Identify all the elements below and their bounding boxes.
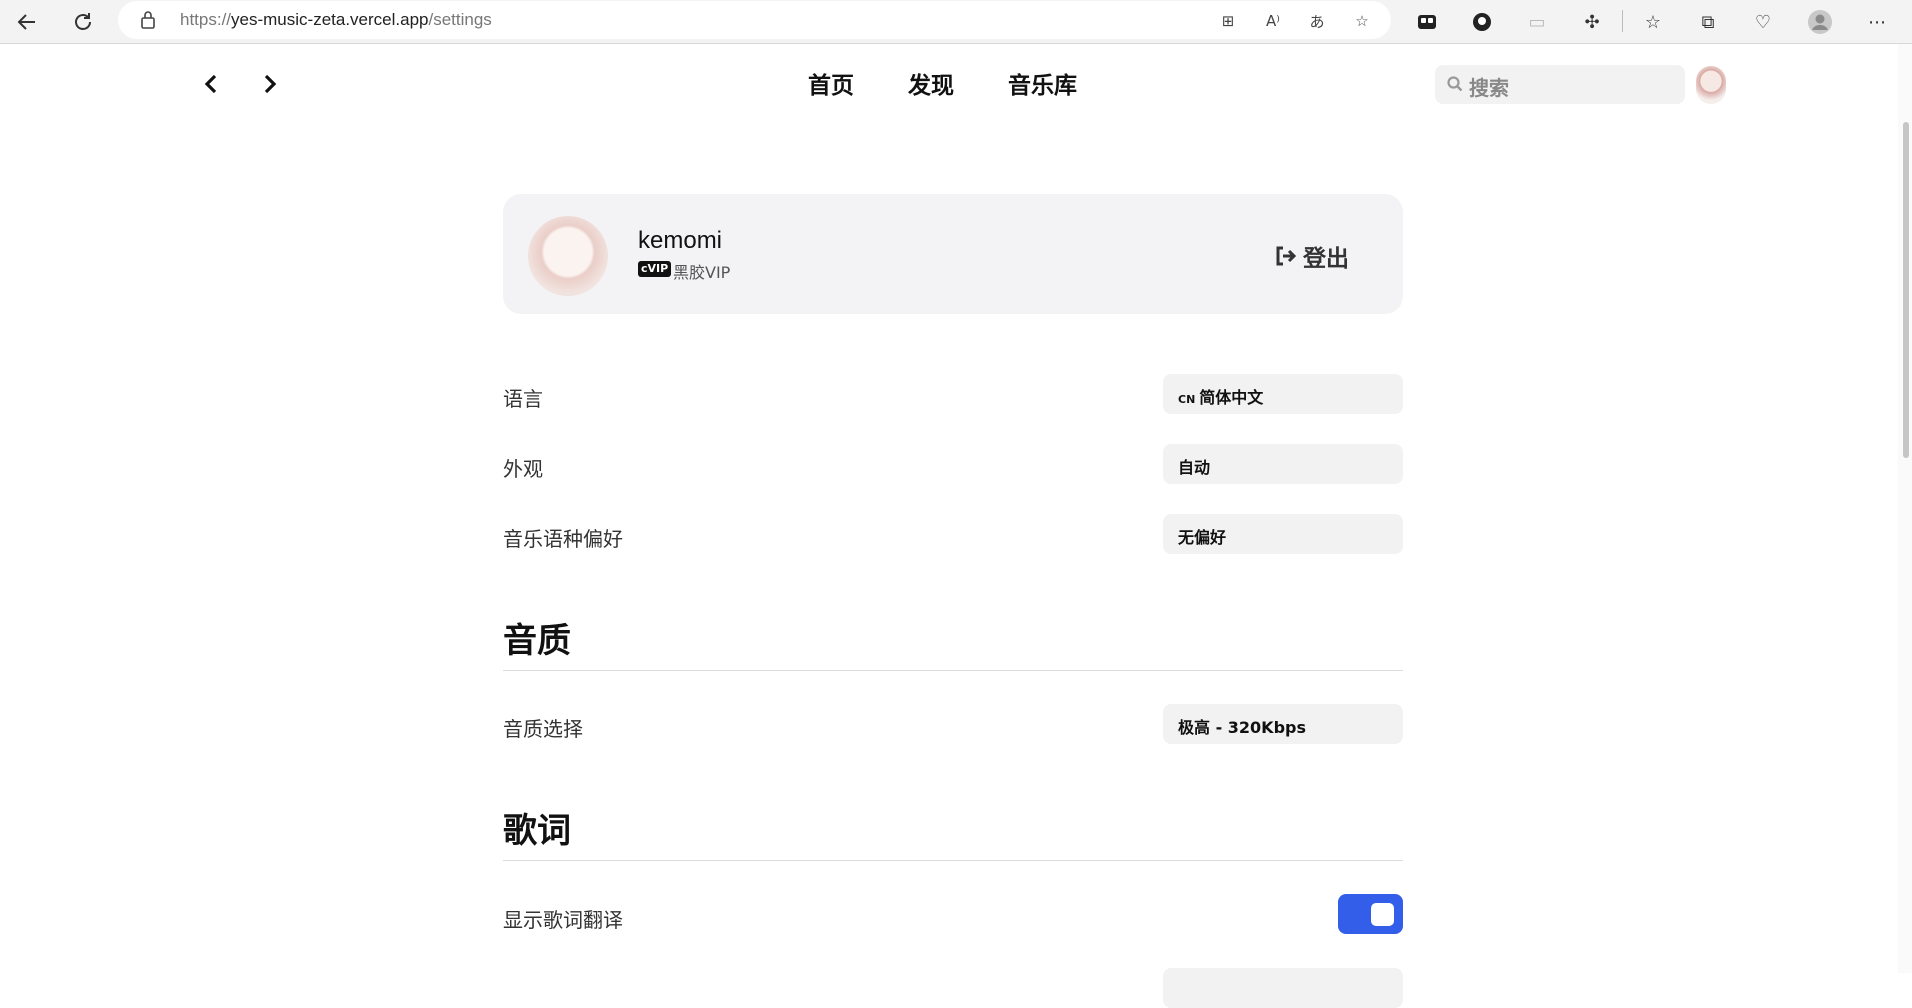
quality-divider xyxy=(503,670,1403,671)
lyrics-translation-label: 显示歌词翻译 xyxy=(503,908,623,932)
lyrics-translation-toggle[interactable] xyxy=(1338,894,1403,934)
more-menu-icon[interactable]: ⋯ xyxy=(1862,7,1892,37)
search-icon xyxy=(1447,76,1463,92)
sign-out-icon xyxy=(1276,246,1297,266)
back-button[interactable] xyxy=(9,4,45,40)
music-language-select-value: 无偏好 xyxy=(1178,528,1227,547)
address-bar[interactable]: https://yes-music-zeta.vercel.app/settin… xyxy=(118,1,1391,39)
github-icon[interactable] xyxy=(1467,7,1497,37)
arrow-left-icon xyxy=(17,14,35,30)
vip-name: 黑胶VIP xyxy=(673,263,731,282)
read-aloud-icon[interactable]: A⁾ xyxy=(1261,9,1285,33)
language-select-value: CN 简体中文 xyxy=(1178,388,1264,407)
translate-icon[interactable]: あ xyxy=(1305,9,1329,33)
toggle-knob xyxy=(1371,903,1394,926)
app-available-icon[interactable]: ⊞ xyxy=(1216,9,1240,33)
extension-icon[interactable] xyxy=(1412,7,1442,37)
extensions-puzzle-icon[interactable]: ✣ xyxy=(1577,7,1607,37)
next-setting-select[interactable] xyxy=(1163,968,1403,1008)
favorites-icon[interactable]: ☆ xyxy=(1638,7,1668,37)
quality-select-label: 音质选择 xyxy=(503,717,583,741)
lock-icon xyxy=(141,11,155,29)
nav-back-button[interactable] xyxy=(196,67,226,101)
refresh-button[interactable] xyxy=(65,4,101,40)
appearance-select[interactable]: 自动 xyxy=(1163,444,1403,484)
avatar[interactable] xyxy=(1696,66,1726,104)
disabled-extension-icon[interactable]: ▭ xyxy=(1522,7,1552,37)
nav-link-library[interactable]: 音乐库 xyxy=(1008,66,1077,100)
scrollbar-thumb[interactable] xyxy=(1903,122,1909,458)
nav-link-home[interactable]: 首页 xyxy=(808,66,854,100)
refresh-icon xyxy=(75,13,91,30)
nav-forward-button[interactable] xyxy=(255,67,285,101)
vip-badge-icon: cVIP xyxy=(638,261,672,277)
lyrics-divider xyxy=(503,860,1403,861)
tab-extension-icon xyxy=(1418,15,1436,29)
main-nav: 首页 发现 音乐库 xyxy=(808,66,1077,100)
language-select[interactable]: CN 简体中文 xyxy=(1163,374,1403,414)
music-language-select[interactable]: 无偏好 xyxy=(1163,514,1403,554)
add-favorite-icon[interactable]: ☆ xyxy=(1350,9,1374,33)
search-placeholder: 搜索 xyxy=(1469,76,1509,100)
quality-select[interactable]: 极高 - 320Kbps xyxy=(1163,704,1403,744)
logout-button[interactable]: 登出 xyxy=(1275,239,1349,273)
profile-icon[interactable] xyxy=(1805,7,1835,37)
user-card: kemomi cVIP 黑胶VIP 登出 xyxy=(503,194,1403,314)
url-text: https://yes-music-zeta.vercel.app/settin… xyxy=(180,10,492,29)
github-logo-icon xyxy=(1473,13,1491,31)
toolbar-separator xyxy=(1622,10,1623,32)
chevron-right-icon xyxy=(264,74,277,94)
browser-toolbar: https://yes-music-zeta.vercel.app/settin… xyxy=(0,0,1912,44)
quality-select-value: 极高 - 320Kbps xyxy=(1178,718,1307,737)
quality-section-title: 音质 xyxy=(503,621,571,661)
chevron-left-icon xyxy=(204,74,217,94)
lyrics-section-title: 歌词 xyxy=(503,811,571,851)
nav-link-explore[interactable]: 发现 xyxy=(908,66,954,100)
user-name: kemomi xyxy=(638,227,723,254)
profile-avatar-icon xyxy=(1808,10,1832,34)
appearance-label: 外观 xyxy=(503,457,543,481)
music-language-label: 音乐语种偏好 xyxy=(503,527,623,551)
search-input[interactable]: 搜索 xyxy=(1435,65,1685,104)
logout-label: 登出 xyxy=(1303,246,1349,272)
user-avatar xyxy=(528,216,608,296)
language-label: 语言 xyxy=(503,387,543,411)
collections-icon[interactable]: ⧉ xyxy=(1693,7,1723,37)
performance-icon[interactable]: ♡ xyxy=(1748,7,1778,37)
appearance-select-value: 自动 xyxy=(1178,458,1211,477)
